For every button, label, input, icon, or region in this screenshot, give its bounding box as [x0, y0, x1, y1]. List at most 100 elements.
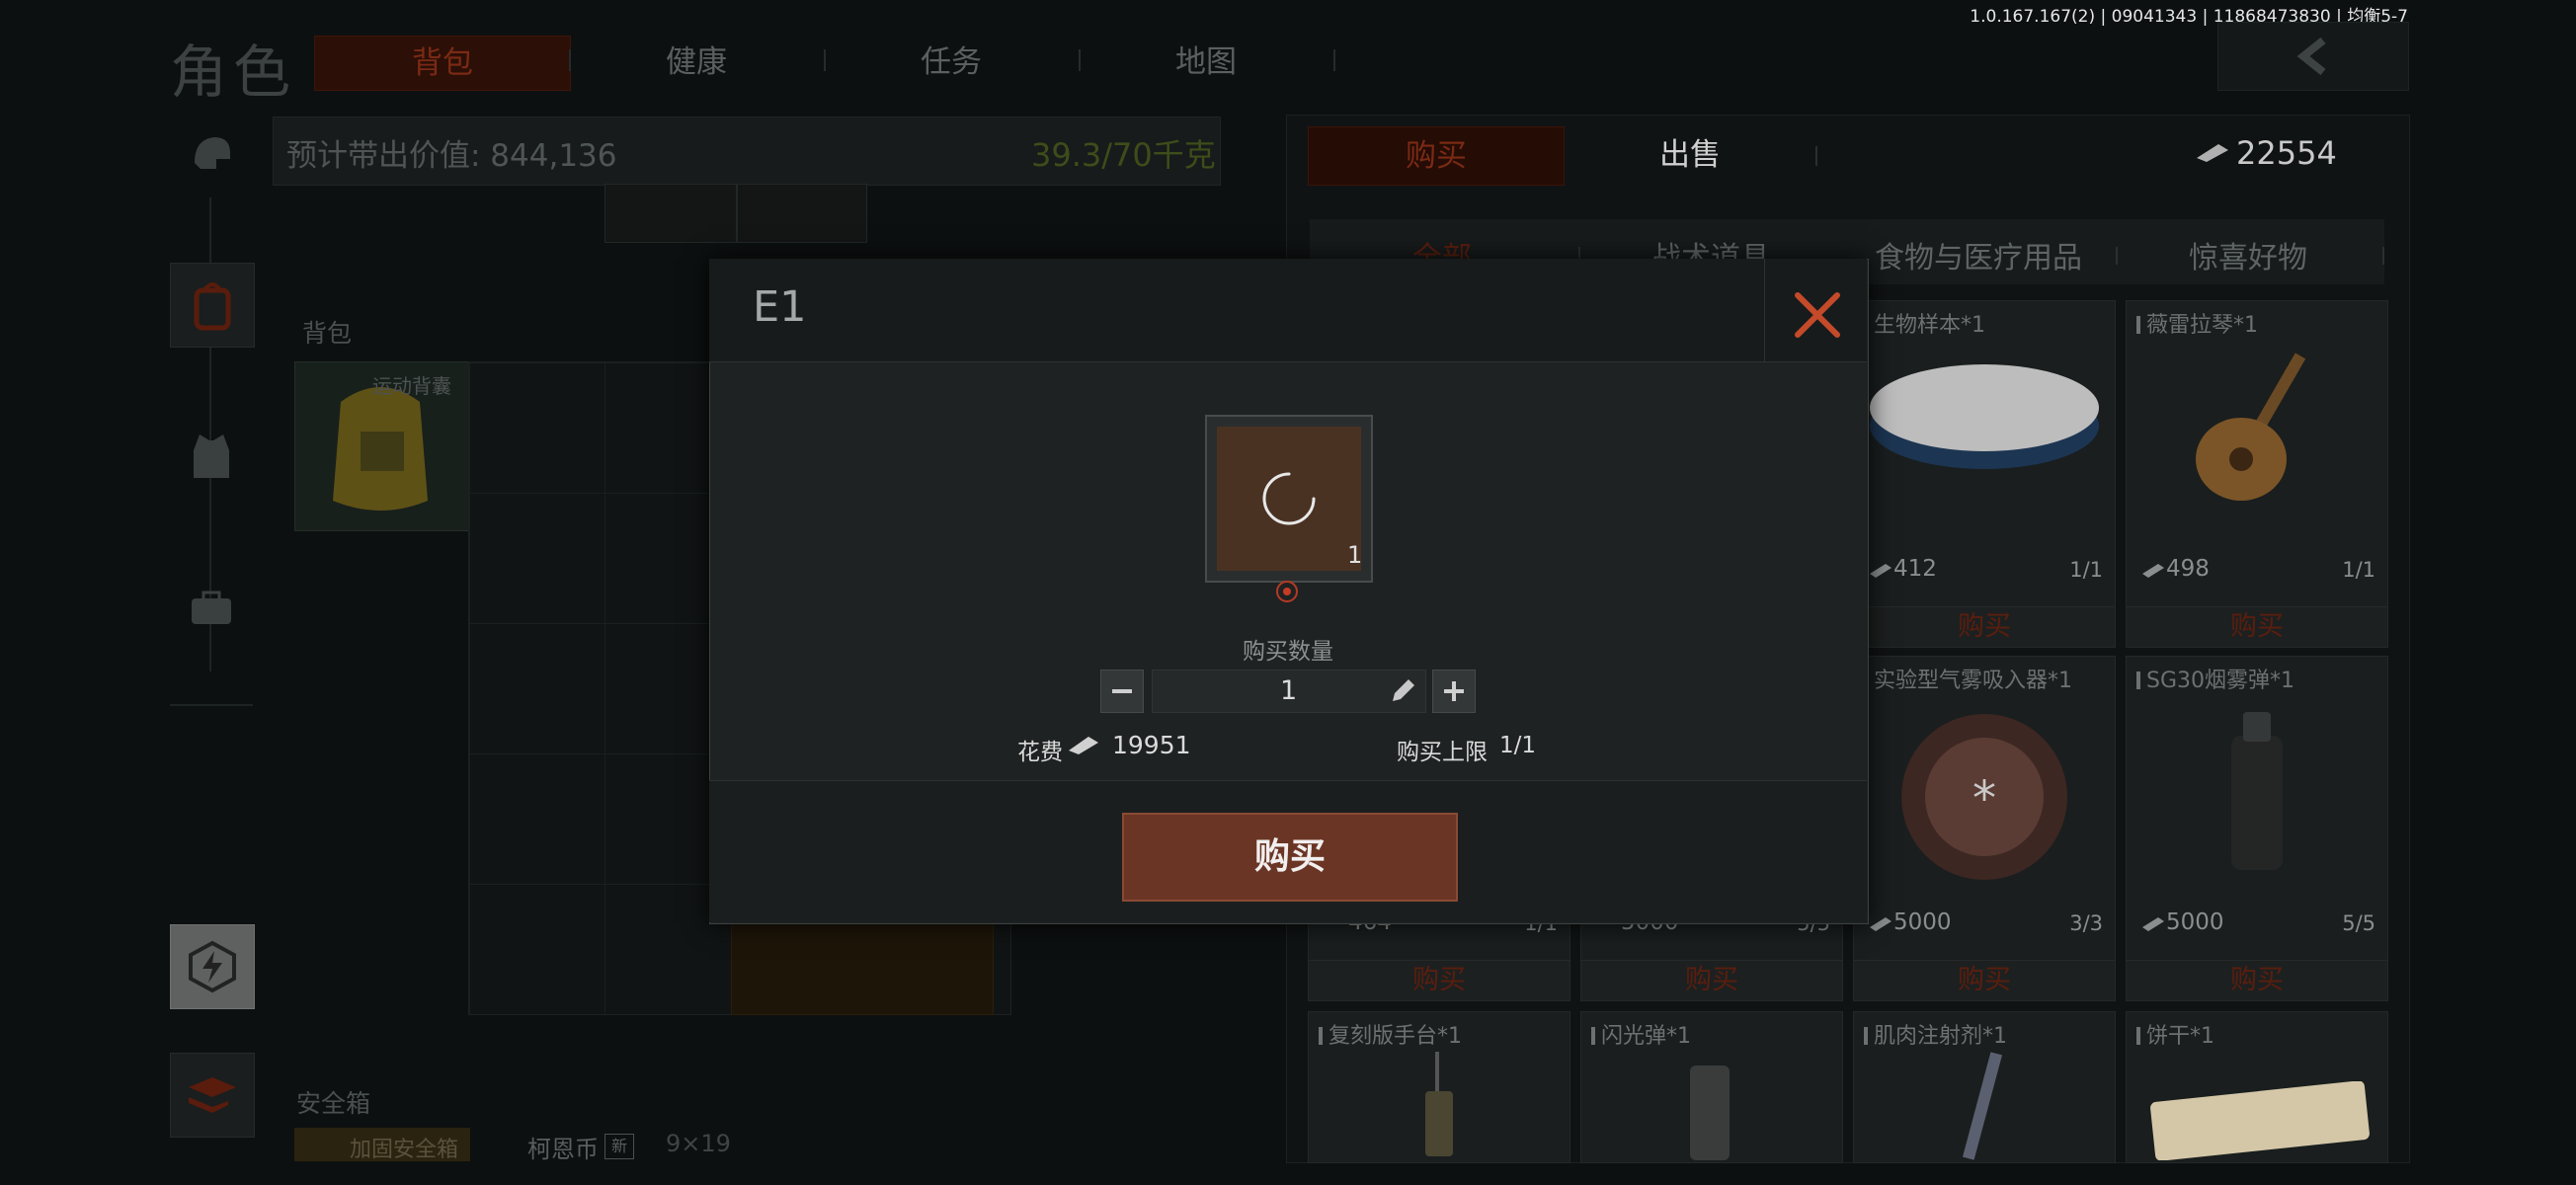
currency-icon [2142, 917, 2164, 931]
flashbang-image [1690, 1066, 1730, 1160]
sample-disc-image [1870, 364, 2099, 469]
close-button[interactable] [1786, 283, 1849, 347]
backpack-item-name: 运动背囊 [372, 374, 451, 398]
card-limit: 1/1 [2342, 558, 2375, 582]
shop-tab-sell[interactable]: 出售 [1563, 126, 1817, 184]
guitar-image [2196, 353, 2306, 501]
cost-value: 19951 [1112, 731, 1191, 759]
smoke-grenade-image [2231, 712, 2283, 870]
category-surprise[interactable]: 惊喜好物 [2189, 233, 2307, 276]
card-price: 5000 [2166, 909, 2224, 935]
tab-map[interactable]: 地图 [1079, 36, 1333, 89]
rail-divider [170, 704, 253, 706]
currency-amount: 22554 [2236, 134, 2337, 172]
card-item-name: 肌肉注射剂*1 [1864, 1018, 2007, 1050]
card-buy-button[interactable]: 购买 [1854, 606, 2115, 647]
weight-indicator: 39.3/70千克 [1031, 136, 1216, 174]
page-title: 角色 [170, 39, 297, 106]
category-divider [2116, 247, 2118, 265]
close-icon [1795, 292, 1840, 338]
shop-card[interactable]: 生物样本*1 412 1/1 购买 [1853, 300, 2116, 648]
cost-label: 花费 [1017, 740, 1063, 765]
quantity-value: 1 [1280, 675, 1298, 706]
chevron-left-icon [2296, 37, 2326, 76]
quick-action-button[interactable] [170, 924, 255, 1009]
plus-icon [1444, 681, 1464, 701]
shop-card[interactable]: 实验型气雾吸入器*1 * 5000 3/3 购买 [1853, 656, 2116, 1001]
card-buy-button[interactable]: 购买 [1581, 960, 1842, 1000]
new-badge: 新 [604, 1134, 634, 1159]
card-limit: 1/1 [2069, 558, 2103, 582]
coin-label: 柯恩币 [527, 1136, 599, 1163]
shop-card[interactable]: 闪光弹*1 [1580, 1011, 1843, 1163]
card-limit: 3/3 [2069, 911, 2103, 935]
decrease-button[interactable] [1100, 670, 1144, 713]
tab-health[interactable]: 健康 [569, 36, 824, 89]
rail-backpack[interactable] [170, 263, 255, 348]
card-item-name: 饼干*1 [2136, 1018, 2214, 1050]
currency-icon [1069, 737, 1098, 754]
currency-icon [2142, 564, 2164, 578]
case-icon [192, 591, 231, 624]
quantity-label: 购买数量 [1243, 639, 1333, 665]
rail-helmet[interactable] [170, 113, 253, 196]
category-divider [2382, 247, 2384, 265]
shop-tab-buy[interactable]: 购买 [1308, 126, 1565, 186]
category-food-medical[interactable]: 食物与医疗用品 [1875, 233, 2082, 276]
lightning-hex-icon [189, 940, 236, 993]
card-item-name: 复刻版手台*1 [1319, 1018, 1462, 1050]
radio-image [1425, 1052, 1453, 1156]
card-price: 498 [2166, 556, 2210, 582]
card-buy-button[interactable]: 购买 [2127, 960, 2387, 1000]
currency-icon [1870, 917, 1892, 931]
item-quantity: 1 [1347, 541, 1363, 569]
rail-case[interactable] [170, 567, 253, 650]
loading-spinner-icon [1262, 472, 1316, 525]
rail-storage[interactable] [170, 1053, 255, 1138]
biscuit-image [2150, 1081, 2370, 1160]
equipment-slot[interactable] [737, 184, 867, 243]
card-item-name: 生物样本*1 [1864, 307, 1985, 339]
tab-divider [1333, 49, 1335, 71]
vest-icon [194, 434, 229, 478]
card-buy-button[interactable]: 购买 [2127, 606, 2387, 647]
equipment-slot[interactable] [604, 184, 737, 243]
card-item-name: 实验型气雾吸入器*1 [1864, 663, 2072, 694]
item-preview [1217, 427, 1361, 571]
inhaler-image: * [1901, 714, 2067, 880]
backpack-icon [194, 282, 231, 331]
tab-backpack[interactable]: 背包 [314, 36, 571, 91]
card-buy-button[interactable]: 购买 [1309, 960, 1570, 1000]
header-divider [1764, 259, 1765, 361]
tab-divider [1815, 146, 1817, 166]
shop-card[interactable]: 复刻版手台*1 [1308, 1011, 1570, 1163]
card-item-name: 闪光弹*1 [1591, 1018, 1691, 1050]
safebox-section-label: 安全箱 [296, 1089, 371, 1118]
selected-indicator[interactable] [1276, 581, 1298, 602]
card-item-name: 薇雷拉琴*1 [2136, 307, 2258, 339]
safebox-size: 9×19 [666, 1130, 731, 1157]
card-limit: 5/5 [2342, 911, 2375, 935]
currency-icon [1870, 564, 1892, 578]
stack-icon [189, 1077, 236, 1113]
currency-icon [2197, 144, 2228, 162]
tab-tasks[interactable]: 任务 [824, 36, 1079, 89]
purchase-limit-value: 1/1 [1499, 733, 1537, 758]
helmet-icon [195, 137, 230, 169]
purchase-limit-label: 购买上限 [1397, 740, 1488, 765]
edit-pencil-icon[interactable] [1389, 677, 1416, 705]
shop-card[interactable]: 薇雷拉琴*1 498 1/1 购买 [2126, 300, 2388, 648]
minus-icon [1112, 689, 1132, 693]
card-buy-button[interactable]: 购买 [1854, 960, 2115, 1000]
buy-button[interactable]: 购买 [1122, 813, 1458, 902]
back-button[interactable] [2217, 22, 2409, 91]
card-item-name: SG30烟雾弹*1 [2136, 663, 2294, 694]
backpack-item[interactable]: 运动背囊 [294, 361, 470, 531]
shop-card[interactable]: SG30烟雾弹*1 5000 5/5 购买 [2126, 656, 2388, 1001]
shop-card[interactable]: 肌肉注射剂*1 [1853, 1011, 2116, 1163]
increase-button[interactable] [1432, 670, 1476, 713]
rail-vest[interactable] [170, 415, 253, 498]
safebox-name: 加固安全箱 [350, 1138, 459, 1162]
shop-card[interactable]: 饼干*1 [2126, 1011, 2388, 1163]
injector-image [1962, 1052, 2003, 1160]
